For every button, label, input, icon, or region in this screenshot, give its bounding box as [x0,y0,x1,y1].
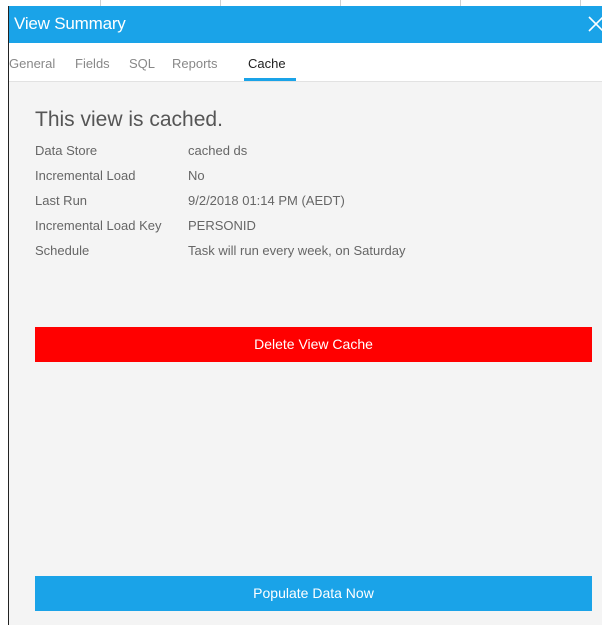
info-value: cached ds [188,143,248,158]
info-label: Incremental Load Key [35,218,162,233]
tab-bar: General Fields SQL Reports Cache [9,43,602,82]
info-label: Incremental Load [35,168,136,183]
info-value: No [188,168,205,183]
active-tab-indicator [244,78,296,81]
close-icon[interactable] [586,12,602,36]
tab-sql[interactable]: SQL [129,56,155,71]
info-label: Data Store [35,143,98,158]
tab-reports[interactable]: Reports [172,56,218,71]
dialog-titlebar: View Summary [9,6,602,43]
populate-data-now-button[interactable]: Populate Data Now [35,576,592,611]
view-summary-dialog: View Summary General Fields SQL Reports … [9,6,602,625]
info-label: Last Run [35,193,88,208]
info-value: PERSONID [188,218,256,233]
tab-general[interactable]: General [9,56,55,71]
dialog-title: View Summary [14,14,126,33]
info-label: Schedule [35,243,90,258]
info-value: Task will run every week, on Saturday [188,243,406,258]
cache-status-heading: This view is cached. [35,108,223,131]
tab-cache[interactable]: Cache [248,56,286,71]
info-value: 9/2/2018 01:14 PM (AEDT) [188,193,345,208]
tab-fields[interactable]: Fields [75,56,110,71]
delete-view-cache-button[interactable]: Delete View Cache [35,327,592,362]
